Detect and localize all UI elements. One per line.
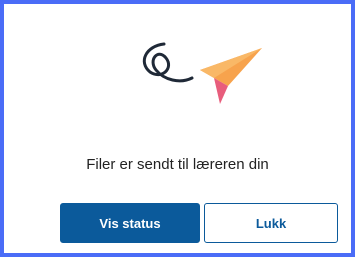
- status-message: Filer er sendt til læreren din: [86, 156, 269, 173]
- view-status-button[interactable]: Vis status: [60, 203, 200, 243]
- upload-complete-dialog: Filer er sendt til læreren din Vis statu…: [0, 0, 355, 257]
- paper-plane-icon: [142, 42, 262, 104]
- close-button[interactable]: Lukk: [204, 203, 338, 243]
